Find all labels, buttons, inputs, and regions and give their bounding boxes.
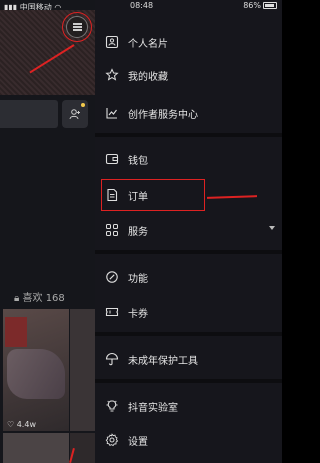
menu-item-label: 创作者服务中心 [128, 109, 198, 121]
menu-item-features[interactable]: 功能 [95, 264, 282, 290]
lock-icon: 🔒︎ [14, 293, 20, 304]
menu-item-label: 卡券 [128, 308, 148, 320]
ticket-icon [105, 305, 119, 319]
menu-item-creator-center[interactable]: 创作者服务中心 [95, 100, 282, 126]
menu-item-settings[interactable]: 设置 [95, 427, 282, 453]
menu-item-minor-protection[interactable]: 未成年保护工具 [95, 346, 282, 372]
menu-item-label: 服务 [128, 226, 148, 238]
menu-item-label: 未成年保护工具 [128, 355, 198, 367]
menu-item-wallet[interactable]: 钱包 [95, 146, 282, 172]
menu-item-profile-card[interactable]: 个人名片 [95, 29, 282, 55]
view-count: ♡ 4.4w [7, 420, 36, 429]
menu-item-label: 抖音实验室 [128, 402, 178, 414]
grid-icon [105, 223, 119, 237]
video-thumbnail[interactable] [3, 433, 69, 463]
video-thumbnail[interactable] [3, 309, 69, 431]
status-bar-right: 08:48 86% [95, 1, 282, 13]
chevron-down-icon[interactable] [269, 226, 275, 230]
star-icon [105, 68, 119, 82]
notification-dot [81, 103, 85, 107]
chart-line-icon [105, 106, 119, 120]
menu-item-label: 我的收藏 [128, 71, 168, 83]
heart-icon: ♡ [7, 420, 15, 429]
id-card-icon [105, 35, 119, 49]
umbrella-icon [105, 352, 119, 366]
bulb-icon [105, 399, 119, 413]
menu-item-label: 设置 [128, 436, 148, 448]
status-time: 08:48 [130, 1, 154, 10]
gear-icon [105, 433, 119, 447]
annotation-highlight-box [101, 179, 205, 211]
battery-indicator: 86% [243, 1, 277, 10]
menu-item-lab[interactable]: 抖音实验室 [95, 393, 282, 419]
likes-count: 🔒︎ 喜欢 168 [14, 293, 65, 304]
annotation-circle [62, 12, 92, 42]
section-divider [95, 379, 282, 383]
menu-item-services[interactable]: 服务 [95, 217, 282, 243]
profile-background: ▮▮▮ 中国移动 ◠ 🔒︎ 喜欢 168 ♡ 4.4w [0, 0, 95, 463]
add-user-icon [69, 109, 80, 120]
section-divider [95, 133, 282, 137]
menu-item-coupons[interactable]: 卡券 [95, 299, 282, 325]
video-thumbnail[interactable] [70, 309, 95, 431]
wallet-icon [105, 152, 119, 166]
menu-item-label: 个人名片 [128, 38, 168, 50]
profile-action-bar[interactable] [0, 100, 58, 128]
add-friend-button[interactable] [62, 100, 88, 128]
link-icon [105, 270, 119, 284]
battery-percent: 86% [243, 1, 261, 10]
section-divider [95, 250, 282, 254]
menu-item-label: 钱包 [128, 155, 148, 167]
menu-item-favorites[interactable]: 我的收藏 [95, 62, 282, 88]
side-drawer-menu: 08:48 86% 个人名片 我的收藏 创作者服务中心 钱包 订单 服务 功能 … [95, 0, 282, 463]
battery-icon [263, 2, 277, 9]
menu-item-label: 功能 [128, 273, 148, 285]
section-divider [95, 332, 282, 336]
